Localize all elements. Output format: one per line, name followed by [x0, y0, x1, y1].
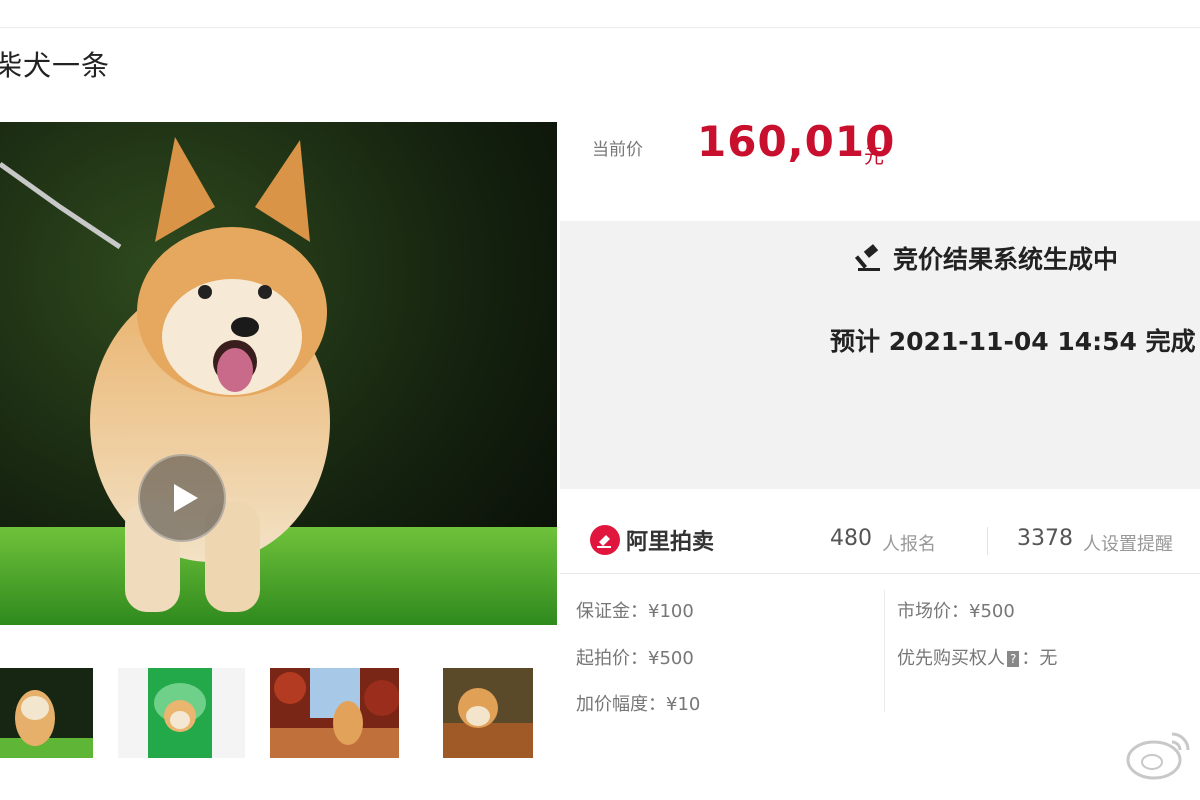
auction-logo-icon [590, 525, 620, 555]
priority-buyer-info: 优先购买权人? ：无 [897, 644, 1057, 670]
thumbnail-4[interactable] [443, 668, 533, 758]
increment-info: 加价幅度：¥10 [576, 694, 701, 715]
video-play-button[interactable] [138, 454, 226, 542]
market-price-info: 市场价：¥500 [897, 601, 1015, 622]
priority-buyer-label: 优先购买权人 [897, 648, 1005, 669]
play-icon [174, 484, 198, 512]
weibo-watermark-icon [1122, 724, 1194, 784]
stats-divider [987, 527, 988, 555]
current-price-unit: 元 [864, 144, 884, 168]
gavel-icon [855, 244, 880, 271]
current-price-label: 当前价 [592, 140, 643, 160]
auction-status-title: 竞价结果系统生成中 [855, 240, 1118, 276]
details-divider [884, 590, 885, 712]
thumbnail-1[interactable] [0, 668, 93, 758]
reminder-label: 人设置提醒 [1083, 534, 1173, 555]
priority-buyer-value: ：无 [1021, 648, 1058, 669]
reminder-count: 3378 [1017, 526, 1073, 551]
thumbnail-3[interactable] [270, 668, 399, 758]
platform-brand[interactable]: 阿里拍卖 [590, 524, 714, 556]
registered-count: 480 [830, 526, 872, 551]
auction-status-eta: 预计 2021-11-04 14:54 完成 [830, 327, 1196, 356]
page-title: 柴犬一条 [0, 49, 111, 82]
main-photo[interactable] [0, 122, 557, 625]
help-icon[interactable]: ? [1007, 651, 1020, 667]
platform-name: 阿里拍卖 [626, 530, 715, 555]
thumbnail-2[interactable] [118, 668, 245, 758]
deposit-info: 保证金：¥100 [576, 601, 694, 622]
starting-price-info: 起拍价：¥500 [576, 648, 694, 669]
registered-label: 人报名 [882, 534, 936, 555]
top-divider [0, 27, 1200, 28]
auction-status-text: 竞价结果系统生成中 [893, 245, 1119, 274]
